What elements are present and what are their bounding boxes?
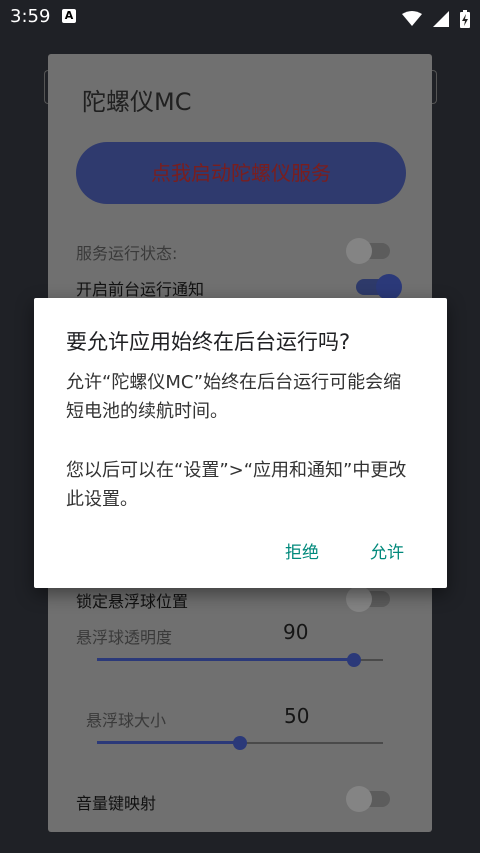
deny-button[interactable]: 拒绝 [285, 538, 319, 563]
background-permission-dialog: 要允许应用始终在后台运行吗? 允许“陀螺仪MC”始终在后台运行可能会缩短电池的续… [34, 298, 447, 588]
dialog-settings-hint: 您以后可以在“设置”>“应用和通知”中更改此设置。 [66, 460, 407, 510]
dialog-message: 允许“陀螺仪MC”始终在后台运行可能会缩短电池的续航时间。 [66, 372, 402, 422]
allow-button[interactable]: 允许 [370, 538, 404, 563]
dialog-title: 要允许应用始终在后台运行吗? [66, 330, 351, 354]
